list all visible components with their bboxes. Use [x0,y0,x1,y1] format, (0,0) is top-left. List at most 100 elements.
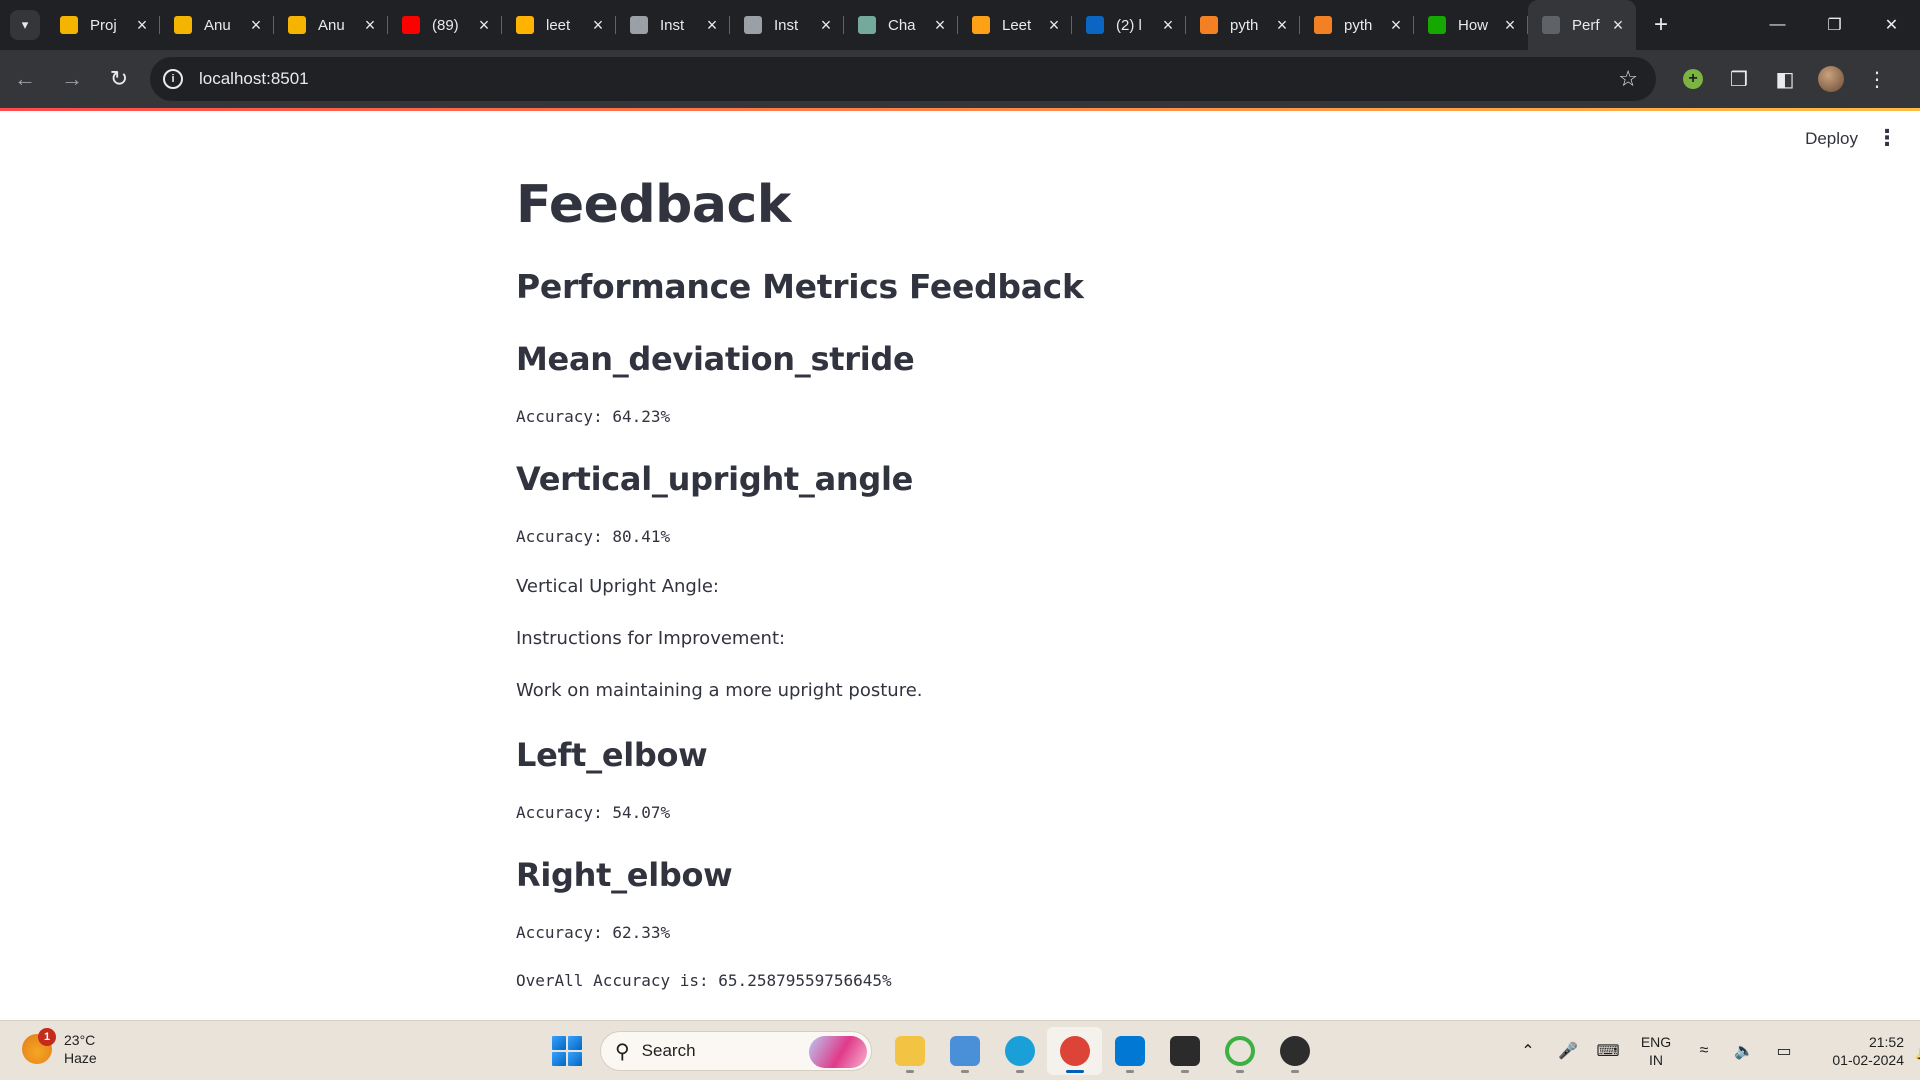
bookmark-star-icon[interactable]: ☆ [1618,66,1638,92]
tab-close-icon[interactable]: × [1046,15,1062,36]
taskbar-app[interactable] [1212,1027,1267,1075]
region-code: IN [1649,1052,1663,1068]
side-panel-button[interactable]: ◧ [1762,56,1808,102]
taskbar-app[interactable] [1102,1027,1157,1075]
weather-text: 23°C Haze [64,1031,97,1067]
taskbar-app[interactable] [937,1027,992,1075]
metric-heading-vertical-upright-angle: Vertical_upright_angle [516,460,914,498]
tab-close-icon[interactable]: × [1388,15,1404,36]
tab-title: Perf [1572,16,1600,34]
tab-title: Leet [1002,16,1032,34]
volume-icon[interactable]: 🔈 [1724,1041,1764,1061]
browser-tab[interactable]: pyth × [1186,0,1300,50]
taskbar-app[interactable] [1047,1027,1102,1075]
browser-tab[interactable]: Leet × [958,0,1072,50]
kebab-menu-icon: ⋮ [1876,125,1898,150]
deploy-button[interactable]: Deploy [1805,129,1858,149]
keyboard-icon[interactable]: ⌨ [1588,1041,1628,1061]
browser-tab[interactable]: Anu × [160,0,274,50]
browser-tab[interactable]: Cha × [844,0,958,50]
profile-button[interactable] [1808,56,1854,102]
language-indicator[interactable]: ENG IN [1628,1033,1684,1069]
minimize-button[interactable]: — [1749,0,1806,50]
tab-close-icon[interactable]: × [1274,15,1290,36]
taskbar-app[interactable] [992,1027,1047,1075]
browser-tab[interactable]: leet × [502,0,616,50]
youtube-icon [402,16,420,34]
chevron-down-icon: ▾ [21,17,29,32]
site-info-icon[interactable]: i [163,69,183,89]
tab-title: pyth [1344,16,1373,34]
clock[interactable]: 21:52 01-02-2024 [1804,1033,1904,1069]
taskbar-app[interactable] [1267,1027,1322,1075]
tab-title: Proj [90,16,117,34]
avatar [1818,66,1844,92]
taskbar-app[interactable] [882,1027,937,1075]
show-hidden-icons-button[interactable]: ⌃ [1508,1041,1548,1061]
browser-tab[interactable]: pyth × [1300,0,1414,50]
restore-button[interactable]: ❐ [1806,0,1863,50]
chatgpt-icon [858,16,876,34]
close-window-button[interactable]: ✕ [1863,0,1920,50]
windows-logo-pane [552,1036,566,1050]
new-tab-button[interactable]: + [1644,8,1678,42]
tab-strip: ▾ Proj × Anu × Anu × (89) × leet × Inst × Inst × Cha × L… [0,0,1920,50]
metric-heading-left-elbow: Left_elbow [516,736,708,774]
tab-close-icon[interactable]: × [1610,15,1626,36]
tab-search-button[interactable]: ▾ [10,10,40,40]
running-indicator [1180,1070,1189,1073]
metric-accuracy-left-elbow: Accuracy: 54.07% [516,803,671,822]
notification-badge: 1 [38,1028,56,1046]
tab-list: Proj × Anu × Anu × (89) × leet × Inst × Inst × Cha × Lee… [46,0,1636,50]
browser-tab[interactable]: Anu × [274,0,388,50]
circle-c-icon [744,16,762,34]
microphone-icon[interactable]: 🎤 [1548,1041,1588,1061]
instructions-label: Instructions for Improvement: [516,628,786,649]
extensions-button[interactable]: ❒ [1716,56,1762,102]
browser-tab[interactable]: Proj × [46,0,160,50]
plus-circle-icon: + [1683,69,1703,89]
pinned-apps [882,1027,1322,1075]
start-button[interactable] [552,1036,582,1066]
tab-close-icon[interactable]: × [248,15,264,36]
windows-logo-pane [568,1036,582,1050]
reload-button[interactable]: ↻ [97,57,141,101]
browser-tab[interactable]: Perf × [1528,0,1636,50]
tab-close-icon[interactable]: × [362,15,378,36]
tab-close-icon[interactable]: × [476,15,492,36]
weather-widget[interactable]: 1 23°C Haze [22,1028,97,1067]
notification-bell-icon[interactable]: 🔔 [1904,1041,1920,1062]
forward-button[interactable]: → [50,57,94,101]
browser-tab[interactable]: (89) × [388,0,502,50]
url-text[interactable]: localhost:8501 [199,69,309,89]
tab-close-icon[interactable]: × [932,15,948,36]
taskbar-app[interactable] [1157,1027,1212,1075]
running-indicator [1125,1070,1134,1073]
back-button[interactable]: ← [3,57,47,101]
tab-close-icon[interactable]: × [134,15,150,36]
running-indicator [1290,1070,1299,1073]
browser-tab[interactable]: (2) l × [1072,0,1186,50]
browser-tab[interactable]: Inst × [616,0,730,50]
search-highlight-image [809,1036,867,1068]
stackoverflow-icon [1200,16,1218,34]
browser-toolbar: ← → ↻ i localhost:8501 ☆ + ❒ ◧ ⋮ [0,50,1920,108]
obs-icon [1279,1036,1310,1066]
tab-close-icon[interactable]: × [818,15,834,36]
wifi-icon[interactable]: ≈ [1684,1042,1724,1060]
puzzle-icon: ❒ [1730,68,1748,91]
tab-close-icon[interactable]: × [1502,15,1518,36]
address-bar[interactable]: i localhost:8501 ☆ [150,57,1656,101]
taskbar-search[interactable]: ⚲ Search [600,1031,872,1071]
main-menu-button[interactable]: ⋮ [1876,125,1898,151]
search-label: Search [641,1041,696,1060]
browser-menu-button[interactable]: ⋮ [1854,56,1900,102]
tab-close-icon[interactable]: × [590,15,606,36]
extension-green-button[interactable]: + [1670,56,1716,102]
battery-icon[interactable]: ▭ [1764,1041,1804,1061]
tab-close-icon[interactable]: × [1160,15,1176,36]
browser-tab[interactable]: Inst × [730,0,844,50]
chart-bars-icon [174,16,192,34]
tab-close-icon[interactable]: × [704,15,720,36]
browser-tab[interactable]: How × [1414,0,1528,50]
